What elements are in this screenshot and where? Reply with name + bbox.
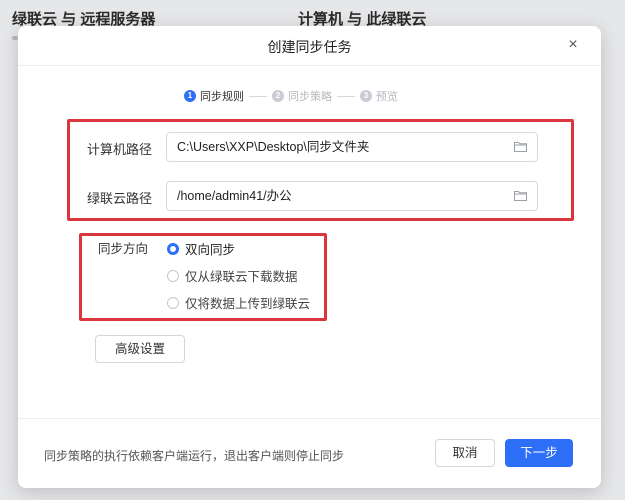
computer-path-label: 计算机路径: [87, 142, 153, 157]
radio-upload-only[interactable]: 仅将数据上传到绿联云: [167, 293, 310, 312]
radio-label: 仅将数据上传到绿联云: [185, 297, 311, 311]
radio-label: 仅从绿联云下载数据: [185, 270, 298, 284]
cancel-button[interactable]: 取消: [435, 439, 495, 467]
footer-note: 同步策略的执行依赖客户端运行，退出客户端则停止同步: [44, 449, 345, 463]
step-sync-rules: 1 同步规则: [184, 88, 244, 104]
step-label: 同步策略: [288, 91, 332, 103]
folder-icon[interactable]: [514, 141, 527, 152]
step-divider: [337, 95, 355, 97]
radio-button[interactable]: [167, 242, 179, 255]
stepper: 1 同步规则 2 同步策略 3 预览: [184, 88, 398, 104]
computer-path-value: C:\Users\XXP\Desktop\同步文件夹: [177, 140, 370, 154]
folder-icon[interactable]: [514, 190, 527, 201]
step-label: 同步规则: [200, 91, 244, 103]
nas-path-value: /home/admin41/办公: [177, 189, 292, 203]
step-number: 3: [360, 90, 372, 102]
step-label: 预览: [376, 91, 398, 103]
step-divider: [249, 95, 267, 97]
computer-path-input[interactable]: C:\Users\XXP\Desktop\同步文件夹: [166, 132, 538, 162]
radio-two-way-sync[interactable]: 双向同步: [167, 239, 235, 258]
radio-button[interactable]: [167, 296, 179, 309]
nas-path-label: 绿联云路径: [87, 191, 153, 206]
dialog-header: 创建同步任务 ×: [18, 26, 601, 66]
step-preview: 3 预览: [360, 88, 398, 104]
sync-direction-label: 同步方向: [98, 242, 149, 256]
radio-button[interactable]: [167, 269, 179, 282]
step-number: 1: [184, 90, 196, 102]
create-sync-task-dialog: 创建同步任务 × 1 同步规则 2 同步策略 3 预览 计算机路径 C:\Use…: [18, 26, 601, 488]
next-button[interactable]: 下一步: [505, 439, 573, 467]
dialog-footer: 同步策略的执行依赖客户端运行，退出客户端则停止同步 取消 下一步: [18, 418, 601, 488]
advanced-settings-button[interactable]: 高级设置: [95, 335, 185, 363]
nas-path-input[interactable]: /home/admin41/办公: [166, 181, 538, 211]
dialog-title: 创建同步任务: [267, 39, 352, 55]
radio-download-only[interactable]: 仅从绿联云下载数据: [167, 266, 298, 285]
step-sync-strategy: 2 同步策略: [272, 88, 332, 104]
radio-label: 双向同步: [185, 243, 236, 257]
close-icon[interactable]: ×: [565, 37, 581, 53]
step-number: 2: [272, 90, 284, 102]
